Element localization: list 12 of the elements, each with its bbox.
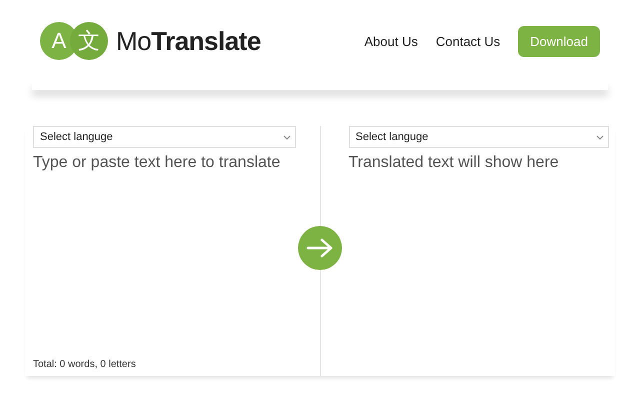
word-count: Total: 0 words, 0 letters	[33, 359, 137, 372]
translate-button[interactable]	[298, 226, 342, 270]
brand-name: MoTranslate	[116, 26, 261, 56]
chevron-icon	[282, 134, 290, 140]
language-select[interactable]: Select languge	[33, 126, 296, 148]
translation-output: Translated text will show here	[348, 154, 560, 172]
chevron-icon	[596, 134, 604, 140]
nav-link[interactable]: Contact Us	[436, 34, 500, 48]
nav-link[interactable]: About Us	[364, 34, 418, 48]
language-select[interactable]: Select languge	[348, 126, 609, 148]
source-text-field[interactable]: Type or paste text here to translate	[33, 154, 296, 172]
arrow-icon	[306, 238, 334, 258]
